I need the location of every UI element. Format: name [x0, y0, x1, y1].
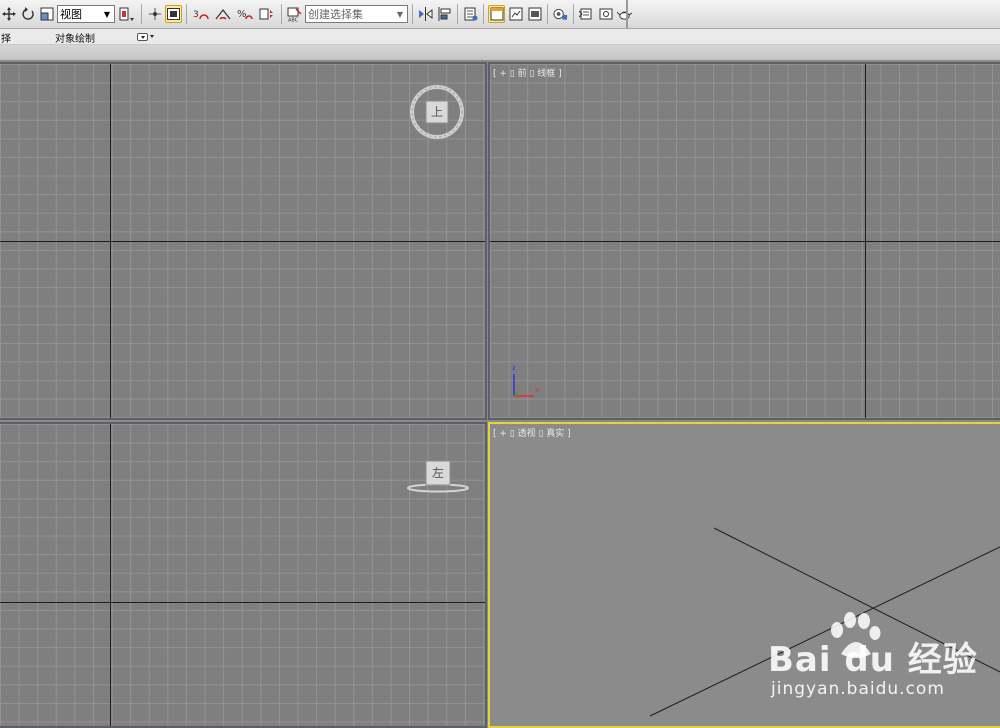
select-and-move-icon[interactable] — [0, 5, 17, 23]
viewcube-left-face-label: 左 — [431, 466, 444, 480]
toolbar-divider — [457, 4, 458, 24]
ribbon-bar: 择 对象绘制 — [0, 29, 1000, 45]
viewport-front-label[interactable]: [ + ▯ 前 ▯ 线框 ] — [493, 66, 562, 79]
use-pivot-center-icon[interactable] — [117, 5, 137, 23]
main-toolbar: 视图 ▼ 3 % ABC 创建选择集 ▼ — [0, 0, 1000, 29]
chevron-down-icon — [150, 35, 154, 38]
reference-coordinate-dropdown[interactable]: 视图 ▼ — [57, 5, 115, 23]
viewport-top[interactable]: 上 — [0, 62, 487, 420]
ribbon-select-tab[interactable]: 择 — [1, 30, 11, 45]
toolbar-end-divider — [626, 0, 628, 28]
grid-axis-horizontal — [490, 241, 1000, 242]
render-teapot-icon[interactable] — [616, 5, 633, 23]
select-and-scale-icon[interactable] — [38, 5, 55, 23]
chevron-down-icon: ▼ — [396, 9, 404, 19]
spinner-snap-toggle-icon[interactable] — [257, 5, 277, 23]
select-and-manipulate-icon[interactable] — [146, 5, 163, 23]
toolbar-divider — [141, 4, 142, 24]
keyboard-shortcut-override-icon[interactable] — [165, 5, 182, 23]
grid-axis-horizontal — [0, 602, 485, 603]
axis-z-label: z — [512, 364, 516, 372]
toolbar-divider — [573, 4, 574, 24]
schematic-view-icon[interactable] — [552, 5, 569, 23]
viewcube-top-face-label: 上 — [430, 105, 443, 119]
graphite-modeling-tools-icon[interactable] — [488, 5, 505, 23]
named-selection-set-placeholder: 创建选择集 — [308, 8, 363, 21]
viewcube-left[interactable]: 左 — [406, 458, 470, 494]
angle-snap-toggle-icon[interactable] — [213, 5, 233, 23]
svg-text:%: % — [237, 9, 247, 20]
named-selection-set-dropdown[interactable]: 创建选择集 ▼ — [305, 5, 408, 23]
svg-text:3: 3 — [193, 10, 199, 20]
edit-named-selection-sets-icon[interactable]: ABC — [286, 5, 303, 23]
scene-explorer-icon[interactable] — [507, 5, 524, 23]
grid-axis-vertical — [110, 424, 111, 726]
ribbon-options-icon — [137, 32, 148, 41]
viewport-left[interactable]: 左 — [0, 422, 487, 728]
material-editor-icon[interactable] — [578, 5, 595, 23]
perspective-grid-axes — [649, 527, 1000, 717]
viewcube-top[interactable]: 上 — [408, 83, 466, 141]
reference-coordinate-value: 视图 — [60, 8, 82, 21]
align-icon[interactable] — [436, 5, 453, 23]
ribbon-options-button[interactable] — [137, 31, 159, 42]
toolbar-divider — [186, 4, 187, 24]
curve-editor-icon[interactable] — [526, 5, 543, 23]
mirror-icon[interactable] — [417, 5, 434, 23]
render-setup-icon[interactable] — [597, 5, 614, 23]
toolbar-divider — [483, 4, 484, 24]
toolbar-divider — [281, 4, 282, 24]
grid-axis-horizontal — [0, 241, 485, 242]
world-axis-tripod: z x — [508, 364, 548, 400]
layer-manager-icon[interactable] — [462, 5, 479, 23]
viewport-front[interactable]: [ + ▯ 前 ▯ 线框 ] z x — [488, 62, 1000, 420]
axis-x-label: x — [535, 386, 540, 394]
select-and-rotate-icon[interactable] — [19, 5, 36, 23]
toolbar-divider — [412, 4, 413, 24]
viewport-perspective[interactable]: [ + ▯ 透视 ▯ 真实 ] — [488, 422, 1000, 728]
svg-text:ABC: ABC — [288, 17, 299, 22]
toolbar-buttons: 视图 ▼ 3 % ABC 创建选择集 ▼ — [0, 2, 632, 26]
percent-snap-toggle-icon[interactable]: % — [235, 5, 255, 23]
ribbon-panel-strip — [0, 45, 1000, 60]
toolbar-divider — [547, 4, 548, 24]
ribbon-object-paint-tab[interactable]: 对象绘制 — [55, 30, 95, 45]
snaps-toggle-icon[interactable]: 3 — [191, 5, 211, 23]
chevron-down-icon: ▼ — [103, 9, 111, 19]
